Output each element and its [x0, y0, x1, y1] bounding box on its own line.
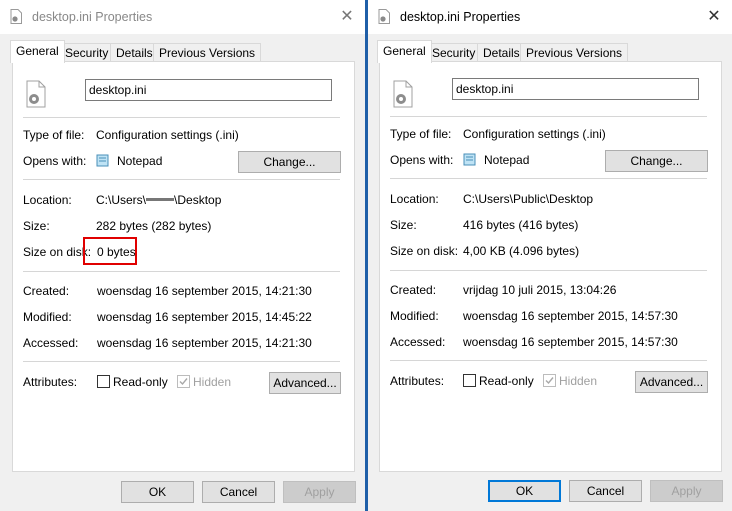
notepad-icon — [96, 154, 109, 167]
readonly-label: Read-only — [479, 374, 534, 388]
type-label: Type of file: — [390, 127, 452, 141]
readonly-checkbox[interactable] — [97, 375, 110, 388]
type-value: Configuration settings (.ini) — [463, 127, 606, 141]
type-label: Type of file: — [23, 128, 85, 142]
close-icon[interactable]: ✕ — [336, 6, 358, 28]
separator — [23, 179, 340, 180]
type-value: Configuration settings (.ini) — [96, 128, 239, 142]
tab-previous-versions[interactable]: Previous Versions — [520, 43, 629, 62]
size-label: Size: — [23, 219, 50, 233]
hidden-checkbox[interactable] — [177, 375, 190, 388]
location-suffix: \Desktop — [174, 193, 222, 207]
tab-security[interactable]: Security — [59, 43, 115, 62]
separator — [23, 271, 340, 272]
advanced-button[interactable]: Advanced... — [635, 371, 708, 393]
title-bar: desktop.ini Properties ✕ — [0, 0, 365, 34]
opens-value: Notepad — [463, 153, 529, 167]
separator — [390, 360, 707, 361]
location-value: C:\Users\ \Desktop — [96, 193, 221, 207]
file-gear-icon — [26, 80, 46, 108]
advanced-button[interactable]: Advanced... — [269, 372, 341, 394]
opens-label: Opens with: — [390, 153, 454, 167]
opens-app-name: Notepad — [117, 154, 163, 168]
ok-button[interactable]: OK — [488, 480, 561, 502]
size-on-disk-label: Size on disk: — [23, 245, 92, 259]
red-highlight-box — [83, 237, 137, 265]
title-bar: desktop.ini Properties ✕ — [368, 0, 732, 34]
location-label: Location: — [390, 192, 439, 206]
cancel-button[interactable]: Cancel — [202, 481, 275, 503]
file-settings-icon — [10, 9, 22, 24]
hidden-label: Hidden — [559, 374, 598, 388]
notepad-icon — [463, 153, 476, 166]
created-value: vrijdag 10 juli 2015, 13:04:26 — [463, 283, 617, 297]
accessed-label: Accessed: — [390, 335, 446, 349]
accessed-value: woensdag 16 september 2015, 14:57:30 — [463, 335, 678, 349]
readonly-checkbox[interactable] — [463, 374, 476, 387]
location-prefix: C:\Users\ — [96, 193, 147, 207]
cancel-button[interactable]: Cancel — [569, 480, 642, 502]
window-title: desktop.ini Properties — [400, 10, 521, 24]
tab-security[interactable]: Security — [426, 43, 482, 62]
size-on-disk-value: 4,00 KB (4.096 bytes) — [463, 244, 580, 258]
filename-input[interactable]: desktop.ini — [85, 79, 332, 101]
tab-details[interactable]: Details — [477, 43, 526, 62]
apply-button[interactable]: Apply — [650, 480, 723, 502]
apply-button[interactable]: Apply — [283, 481, 356, 503]
created-value: woensdag 16 september 2015, 14:21:30 — [97, 284, 312, 298]
separator — [390, 178, 707, 179]
file-settings-icon — [378, 9, 390, 24]
separator — [390, 116, 707, 117]
left-properties-dialog: desktop.ini Properties ✕ General Securit… — [0, 0, 365, 511]
size-value: 416 bytes (416 bytes) — [463, 218, 579, 232]
tab-general[interactable]: General — [377, 40, 432, 63]
opens-app-name: Notepad — [484, 153, 530, 167]
opens-value: Notepad — [96, 154, 162, 168]
separator — [390, 270, 707, 271]
checkmark-icon — [545, 377, 554, 385]
attributes-label: Attributes: — [390, 374, 445, 388]
tab-general[interactable]: General — [10, 40, 65, 63]
redacted-username — [146, 198, 175, 201]
modified-label: Modified: — [23, 310, 72, 324]
tab-details[interactable]: Details — [110, 43, 159, 62]
created-label: Created: — [23, 284, 70, 298]
modified-label: Modified: — [390, 309, 439, 323]
hidden-checkbox[interactable] — [543, 374, 556, 387]
ok-button[interactable]: OK — [121, 481, 194, 503]
change-button[interactable]: Change... — [238, 151, 341, 173]
size-value: 282 bytes (282 bytes) — [96, 219, 212, 233]
readonly-label: Read-only — [113, 375, 168, 389]
size-on-disk-label: Size on disk: — [390, 244, 459, 258]
general-panel: desktop.ini Type of file: Configuration … — [12, 61, 355, 472]
location-value: C:\Users\Public\Desktop — [463, 192, 594, 206]
size-label: Size: — [390, 218, 417, 232]
accessed-label: Accessed: — [23, 336, 79, 350]
hidden-label: Hidden — [193, 375, 232, 389]
file-gear-icon — [393, 80, 413, 108]
close-icon[interactable]: ✕ — [703, 6, 725, 28]
checkmark-icon — [179, 378, 188, 386]
location-label: Location: — [23, 193, 72, 207]
filename-input[interactable]: desktop.ini — [452, 78, 699, 100]
right-properties-dialog: desktop.ini Properties ✕ General Securit… — [368, 0, 732, 511]
separator — [23, 361, 340, 362]
window-title: desktop.ini Properties — [32, 10, 153, 24]
modified-value: woensdag 16 september 2015, 14:45:22 — [97, 310, 312, 324]
created-label: Created: — [390, 283, 437, 297]
opens-label: Opens with: — [23, 154, 87, 168]
change-button[interactable]: Change... — [605, 150, 708, 172]
tab-previous-versions[interactable]: Previous Versions — [153, 43, 262, 62]
modified-value: woensdag 16 september 2015, 14:57:30 — [463, 309, 678, 323]
accessed-value: woensdag 16 september 2015, 14:21:30 — [97, 336, 312, 350]
general-panel: desktop.ini Type of file: Configuration … — [379, 61, 722, 472]
separator — [23, 117, 340, 118]
attributes-label: Attributes: — [23, 375, 78, 389]
